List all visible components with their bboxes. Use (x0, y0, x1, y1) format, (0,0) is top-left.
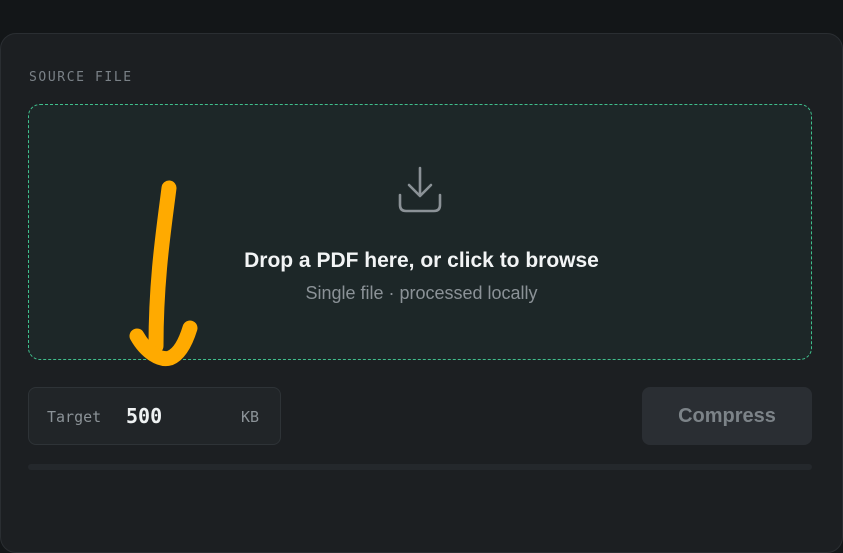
compress-button[interactable]: Compress (642, 387, 812, 445)
dropzone-title: Drop a PDF here, or click to browse (244, 249, 599, 272)
target-label: Target (47, 408, 102, 426)
target-size-input[interactable] (124, 402, 222, 430)
dropzone-subtitle: Single file · processed locally (305, 283, 538, 303)
pdf-dropzone[interactable] (28, 104, 812, 360)
progress-bar (28, 464, 812, 470)
download-icon (398, 166, 442, 213)
source-file-label: SOURCE FILE (29, 70, 133, 85)
target-unit: KB (241, 408, 260, 426)
